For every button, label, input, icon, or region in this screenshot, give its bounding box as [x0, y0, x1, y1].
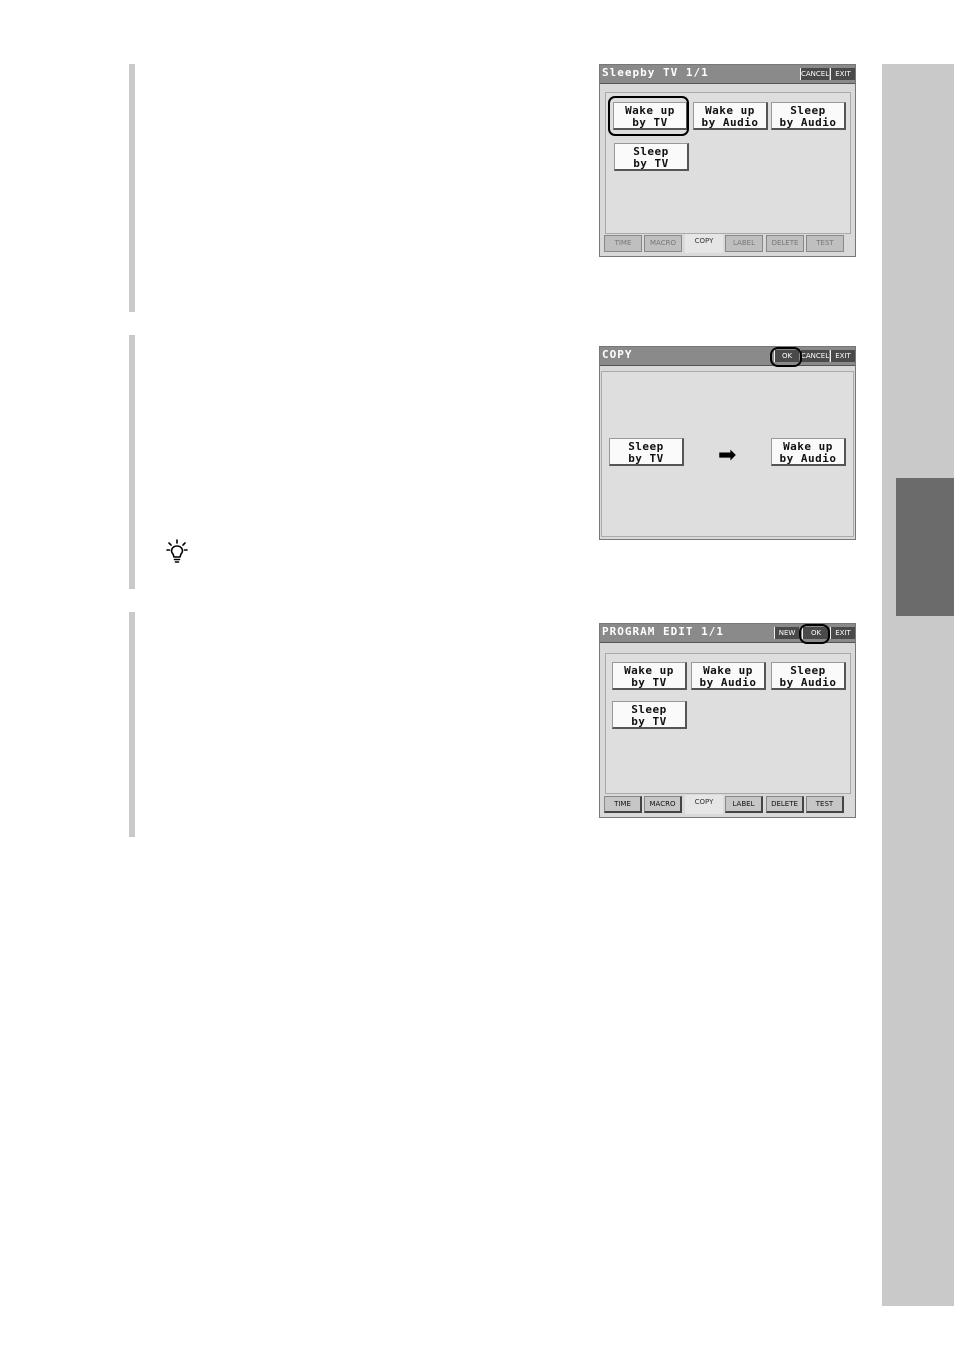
tab-delete[interactable]: DELETE	[766, 235, 804, 252]
exit-button[interactable]: EXIT	[830, 627, 855, 639]
button-label-line2: by Audio	[699, 676, 757, 689]
program-button-sleep-by-audio[interactable]: Sleep by Audio	[771, 662, 846, 690]
tab-test[interactable]: TEST	[806, 235, 844, 252]
exit-button[interactable]: EXIT	[830, 68, 855, 80]
tab-label[interactable]: LABEL	[725, 796, 763, 813]
tab-label[interactable]: LABEL	[725, 235, 763, 252]
screen-copy: COPY OK CANCEL EXIT Sleep by TV ➡ Wake u…	[599, 346, 856, 540]
button-label-line2: by Audio	[779, 676, 837, 689]
cancel-button[interactable]: CANCEL	[800, 350, 829, 362]
button-label-line2: by Audio	[779, 116, 837, 129]
titlebar: COPY OK CANCEL EXIT	[600, 347, 855, 366]
program-button-wake-up-by-audio[interactable]: Wake up by Audio	[693, 102, 768, 130]
side-index-tab	[896, 478, 954, 616]
copy-source-button[interactable]: Sleep by TV	[609, 438, 684, 466]
button-label-line2: by TV	[628, 452, 664, 465]
button-label-line2: by TV	[633, 157, 669, 170]
tab-macro[interactable]: MACRO	[644, 235, 682, 252]
tab-test[interactable]: TEST	[806, 796, 844, 813]
button-label-line2: by Audio	[779, 452, 837, 465]
tab-delete[interactable]: DELETE	[766, 796, 804, 813]
step-bar-1	[129, 64, 135, 312]
copy-target-button[interactable]: Wake up by Audio	[771, 438, 846, 466]
button-label-line2: by TV	[631, 676, 667, 689]
tab-bar: TIME MACRO COPY LABEL DELETE TEST	[604, 795, 851, 815]
tab-bar: TIME MACRO COPY LABEL DELETE TEST	[604, 234, 851, 254]
tab-copy[interactable]: COPY	[685, 234, 723, 253]
tab-copy[interactable]: COPY	[685, 795, 723, 814]
button-panel: Wake up by TV Wake up by Audio Sleep by …	[605, 653, 851, 794]
ok-highlight	[770, 347, 802, 367]
tab-macro[interactable]: MACRO	[644, 796, 682, 813]
tab-time[interactable]: TIME	[604, 235, 642, 252]
program-button-sleep-by-tv[interactable]: Sleep by TV	[614, 143, 689, 171]
screen-title: COPY	[602, 348, 633, 361]
exit-button[interactable]: EXIT	[830, 350, 855, 362]
button-label-line2: by Audio	[701, 116, 759, 129]
arrow-right-icon: ➡	[718, 443, 737, 468]
screen-program-list: Sleepby TV 1/1 CANCEL EXIT Wake up by TV…	[599, 64, 856, 257]
program-button-wake-up-by-tv[interactable]: Wake up by TV	[612, 662, 687, 690]
program-button-sleep-by-audio[interactable]: Sleep by Audio	[771, 102, 846, 130]
side-index-strip	[882, 64, 954, 1306]
screen-program-edit: PROGRAM EDIT 1/1 NEW OK EXIT Wake up by …	[599, 623, 856, 818]
step-bar-2	[129, 335, 135, 589]
screen-title: Sleepby TV 1/1	[602, 66, 709, 79]
cancel-button[interactable]: CANCEL	[800, 68, 829, 80]
tab-time[interactable]: TIME	[604, 796, 642, 813]
copy-panel: Sleep by TV ➡ Wake up by Audio	[601, 371, 854, 537]
program-button-sleep-by-tv[interactable]: Sleep by TV	[612, 701, 687, 729]
screen-title: PROGRAM EDIT 1/1	[602, 625, 724, 638]
lightbulb-icon	[166, 539, 188, 563]
program-button-wake-up-by-audio[interactable]: Wake up by Audio	[691, 662, 766, 690]
step-bar-3	[129, 612, 135, 837]
ok-highlight	[799, 624, 830, 644]
button-label-line2: by TV	[631, 715, 667, 728]
new-button[interactable]: NEW	[774, 627, 799, 639]
selection-highlight	[608, 96, 689, 136]
titlebar: Sleepby TV 1/1 CANCEL EXIT	[600, 65, 855, 84]
